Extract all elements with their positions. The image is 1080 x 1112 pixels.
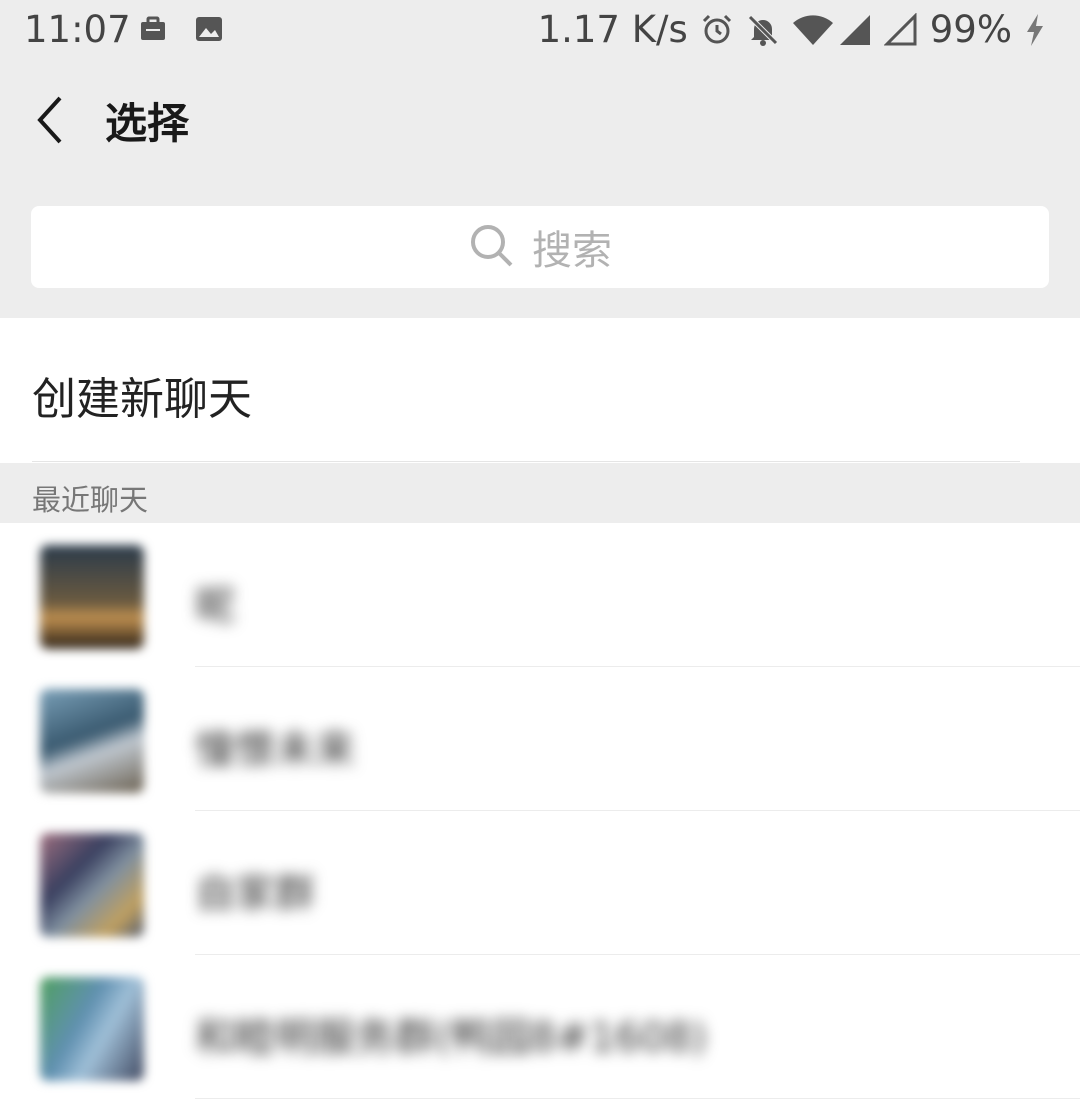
chat-name: 和睦明服务群(鸭园8#1608) [195,1015,707,1061]
divider [195,1098,1080,1099]
chat-item[interactable]: 憧憬未来 [0,667,1080,811]
status-bar: 11:07 1.17 K/s 99% [0,0,1080,60]
page-title: 选择 [105,99,190,148]
status-time: 11:07 [24,8,131,51]
chat-name: 自家群 [195,871,315,917]
search-placeholder: 搜索 [532,228,612,274]
create-new-chat-label: 创建新聊天 [32,374,252,425]
wifi-icon [792,13,833,47]
image-icon [194,14,228,48]
chat-name: 昵 [195,583,235,629]
section-label: 最近聊天 [32,483,149,517]
avatar [40,545,144,649]
signal-icon [838,13,872,47]
recent-chat-list: 昵 憧憬未来 自家群 和睦明服务群(鸭园8#1608) [0,523,1080,1099]
net-speed: 1.17 K/s [537,8,688,51]
recent-chats-header: 最近聊天 [0,463,1080,523]
search-area: 搜索 [0,180,1080,318]
app-header: 选择 [0,60,1080,180]
chat-name: 憧憬未来 [195,727,355,773]
charging-icon [1024,13,1058,47]
chat-item[interactable]: 和睦明服务群(鸭园8#1608) [0,955,1080,1099]
chat-item[interactable]: 自家群 [0,811,1080,955]
signal-empty-icon [883,11,918,47]
avatar [40,977,144,1081]
divider [32,461,1020,462]
avatar [40,833,144,937]
avatar [40,689,144,793]
create-new-chat-button[interactable]: 创建新聊天 [0,318,1080,462]
search-icon [468,222,514,272]
back-arrow-icon[interactable] [28,90,78,150]
bell-off-icon [746,13,780,47]
battery-level: 99% [929,8,1012,51]
alarm-icon [700,13,734,47]
search-input[interactable]: 搜索 [31,206,1049,288]
chat-item[interactable]: 昵 [0,523,1080,667]
briefcase-icon [138,14,172,48]
